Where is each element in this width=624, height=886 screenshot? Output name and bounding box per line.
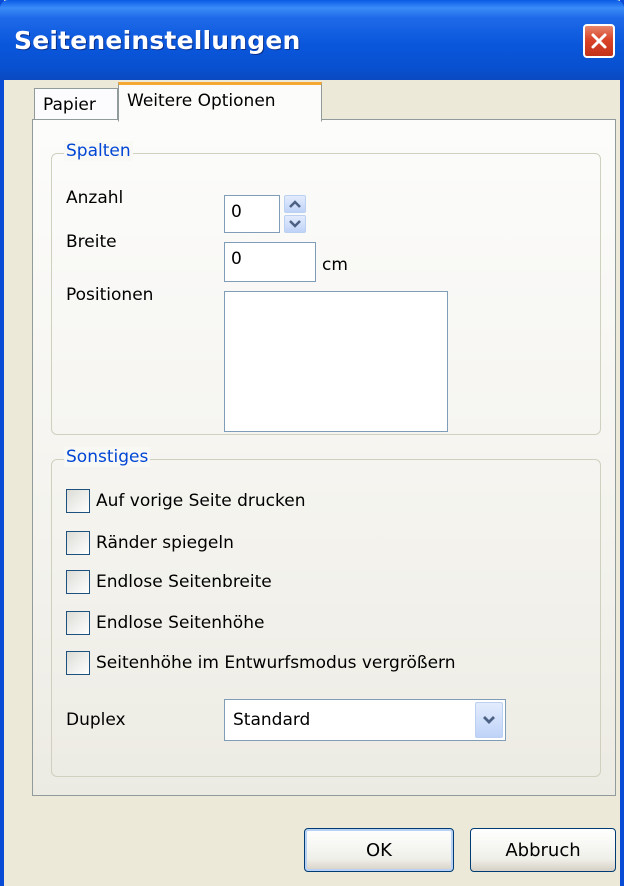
window-title: Seiteneinstellungen (14, 26, 301, 55)
tab-strip: Papier Weitere Optionen (4, 80, 620, 122)
ok-button[interactable]: OK (304, 828, 454, 872)
duplex-select[interactable]: Standard (224, 699, 506, 741)
tab-weitere-optionen[interactable]: Weitere Optionen (118, 82, 322, 122)
anzahl-label: Anzahl (66, 188, 124, 208)
checkbox-label: Endlose Seitenhöhe (96, 613, 265, 633)
checkbox-label: Endlose Seitenbreite (96, 572, 272, 592)
sonstiges-legend: Sonstiges (64, 447, 151, 467)
anzahl-input[interactable]: 0 (224, 195, 280, 233)
checkbox-label: Auf vorige Seite drucken (96, 491, 306, 511)
duplex-label: Duplex (66, 710, 126, 730)
duplex-value: Standard (233, 710, 311, 730)
breite-label: Breite (66, 232, 117, 252)
checkbox-box[interactable] (66, 570, 90, 594)
breite-value: 0 (231, 249, 242, 269)
spalten-group: Spalten Anzahl 0 Breite 0 cm Positionen (51, 141, 601, 435)
sonstiges-group: Sonstiges Auf vorige Seite drucken Rände… (51, 447, 601, 777)
duplex-dropdown-button[interactable] (475, 702, 503, 738)
anzahl-stepper[interactable] (284, 195, 306, 233)
close-button[interactable] (583, 24, 615, 58)
checkbox-box[interactable] (66, 531, 90, 555)
checkbox-box[interactable] (66, 489, 90, 513)
checkbox-endlose-seitenbreite[interactable]: Endlose Seitenbreite (66, 569, 272, 595)
checkbox-label: Seitenhöhe im Entwurfsmodus vergrößern (96, 653, 456, 673)
tab-weitere-optionen-label: Weitere Optionen (127, 91, 276, 111)
positionen-label: Positionen (66, 285, 154, 305)
checkbox-seitenhoehe-entwurfsmodus[interactable]: Seitenhöhe im Entwurfsmodus vergrößern (66, 650, 456, 676)
spin-up-button[interactable] (284, 195, 306, 213)
checkbox-raender-spiegeln[interactable]: Ränder spiegeln (66, 530, 234, 556)
spalten-legend: Spalten (64, 141, 133, 161)
tab-papier[interactable]: Papier (34, 88, 118, 122)
spin-down-button[interactable] (284, 215, 306, 233)
checkbox-auf-vorige-seite-drucken[interactable]: Auf vorige Seite drucken (66, 488, 306, 514)
chevron-down-icon (289, 220, 301, 228)
cancel-button[interactable]: Abbruch (470, 828, 616, 872)
cancel-label: Abbruch (505, 839, 581, 861)
checkbox-endlose-seitenhoehe[interactable]: Endlose Seitenhöhe (66, 610, 264, 636)
checkbox-label: Ränder spiegeln (96, 533, 234, 553)
breite-unit: cm (322, 255, 348, 275)
checkbox-box[interactable] (66, 611, 90, 635)
chevron-down-icon (483, 716, 495, 724)
breite-input[interactable]: 0 (224, 242, 316, 282)
chevron-up-icon (289, 200, 301, 208)
dialog-window: Seiteneinstellungen Papier Weitere Optio… (0, 0, 624, 886)
title-bar[interactable]: Seiteneinstellungen (0, 0, 624, 80)
close-icon (591, 33, 607, 49)
anzahl-value: 0 (231, 202, 242, 222)
positionen-textarea[interactable] (224, 291, 448, 432)
tab-papier-label: Papier (43, 95, 96, 115)
ok-label: OK (366, 839, 392, 861)
checkbox-box[interactable] (66, 651, 90, 675)
tab-panel-weitere-optionen: Spalten Anzahl 0 Breite 0 cm Positionen … (32, 119, 616, 796)
